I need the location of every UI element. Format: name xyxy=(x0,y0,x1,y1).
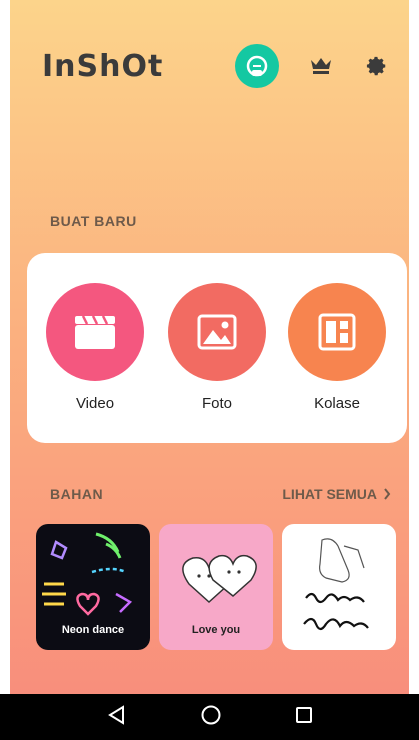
screen-border-left xyxy=(0,0,10,740)
chevron-right-icon xyxy=(384,488,391,500)
create-section-title: BUAT BARU xyxy=(50,213,137,229)
no-ads-icon xyxy=(246,55,268,77)
gear-icon xyxy=(366,56,386,76)
remove-ads-button[interactable] xyxy=(235,44,279,88)
settings-button[interactable] xyxy=(363,52,391,80)
create-photo-label: Foto xyxy=(201,395,232,412)
material-label-love: Love you xyxy=(191,624,241,636)
nav-recents-button[interactable] xyxy=(295,706,313,729)
materials-section-title: BAHAN xyxy=(50,486,104,502)
material-love-you-kiss-you[interactable] xyxy=(282,524,396,650)
material-love-you[interactable]: Love you xyxy=(159,524,273,650)
system-navigation-bar xyxy=(0,694,419,740)
back-icon xyxy=(107,704,124,725)
see-all-link[interactable]: LIHAT SEMUA xyxy=(282,486,391,502)
lettering-artwork xyxy=(303,538,369,631)
collage-icon xyxy=(318,313,356,351)
create-collage-label: Kolase xyxy=(314,395,360,412)
clapperboard-icon xyxy=(75,315,115,349)
screen-border-right xyxy=(409,0,419,740)
create-photo-button[interactable]: Foto xyxy=(167,283,267,412)
recents-icon xyxy=(295,706,312,723)
app-logo: InShOt xyxy=(42,48,164,84)
crown-icon xyxy=(311,58,331,74)
create-card: Video Foto Kolase xyxy=(27,253,407,443)
premium-button[interactable] xyxy=(307,52,335,80)
image-icon xyxy=(197,314,237,350)
material-neon-dance[interactable]: Neon dance xyxy=(36,524,150,650)
materials-list: Neon dance Love you xyxy=(36,524,397,650)
nav-back-button[interactable] xyxy=(107,704,127,730)
create-collage-button[interactable]: Kolase xyxy=(287,283,387,412)
collage-circle xyxy=(288,283,386,381)
photo-circle xyxy=(168,283,266,381)
create-video-label: Video xyxy=(75,395,115,412)
app-header: InShOt xyxy=(42,44,391,88)
video-circle xyxy=(46,283,144,381)
material-label-neon: Neon dance xyxy=(61,624,125,636)
home-icon xyxy=(201,705,220,724)
nav-home-button[interactable] xyxy=(200,704,222,731)
header-actions xyxy=(235,44,391,88)
see-all-label: LIHAT SEMUA xyxy=(282,486,377,502)
create-video-button[interactable]: Video xyxy=(45,283,145,412)
